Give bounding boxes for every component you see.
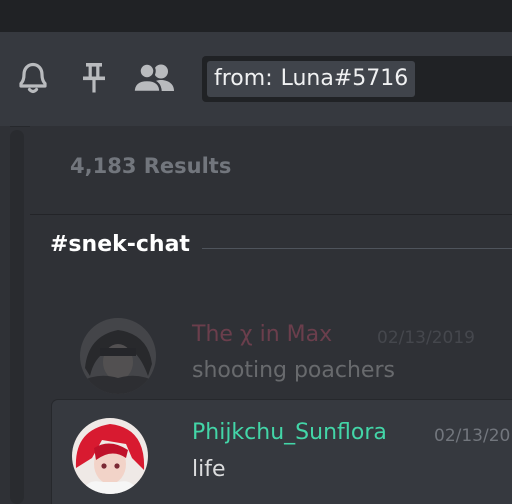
search-input[interactable]: from: Luna#5716 <box>202 56 512 102</box>
chat-edge <box>0 126 10 504</box>
message-author[interactable]: The χ in Max <box>192 322 332 347</box>
channel-name[interactable]: #snek-chat <box>50 232 190 257</box>
channel-toolbar: from: Luna#5716 <box>0 32 512 127</box>
bell-icon[interactable] <box>16 60 50 96</box>
title-bar <box>0 0 512 32</box>
results-divider <box>30 214 512 215</box>
chat-scrollbar[interactable] <box>10 130 24 504</box>
search-result-message[interactable]: Phijkchu_Sunflora 02/13/2019 life <box>52 400 512 504</box>
members-icon[interactable] <box>132 60 178 96</box>
search-filter-value: Luna#5716 <box>280 66 409 91</box>
results-count: 4,183 Results <box>70 154 232 178</box>
pin-icon[interactable] <box>80 60 108 96</box>
search-results-panel: 4,183 Results #snek-chat The χ in Max 02… <box>30 126 512 504</box>
message-timestamp: 02/13/2019 <box>434 426 512 446</box>
message-content: life <box>192 457 226 482</box>
message-timestamp: 02/13/2019 <box>377 328 475 348</box>
channel-divider <box>202 248 512 249</box>
context-message[interactable]: The χ in Max 02/13/2019 shooting poacher… <box>52 304 512 394</box>
message-content: shooting poachers <box>192 358 395 383</box>
search-filter-token[interactable]: from: Luna#5716 <box>207 61 416 97</box>
search-filter-key: from: <box>214 66 273 91</box>
message-author[interactable]: Phijkchu_Sunflora <box>192 420 387 445</box>
avatar[interactable] <box>80 318 156 394</box>
avatar[interactable] <box>72 418 148 494</box>
